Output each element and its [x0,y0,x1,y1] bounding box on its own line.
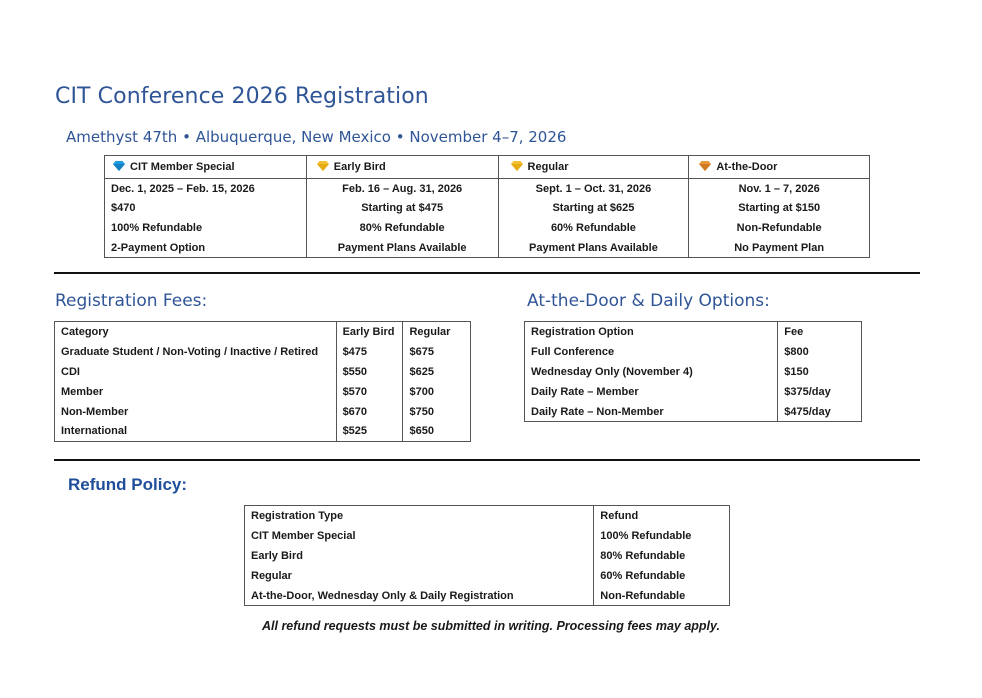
tier-dates: Dec. 1, 2025 – Feb. 15, 2026 [111,182,255,195]
tier-label: Regular [527,161,569,173]
fee-regular: $650 [402,421,471,442]
tier-refund-row: 100% Refundable 80% Refundable 60% Refun… [105,218,870,238]
column-header: Refund [593,505,730,527]
fee-regular: $625 [402,362,471,383]
tier-price: Starting at $625 [497,198,689,219]
door-option: Daily Rate – Member [531,385,639,398]
refund-policy-title: Refund Policy: [68,475,188,494]
refund-value: 60% Refundable [593,566,730,586]
fee-regular: $750 [402,401,471,422]
tier-payment: Payment Plans Available [497,237,689,258]
tier-price: $470 [111,202,136,215]
table-row: Early Bird 80% Refundable [245,546,730,567]
fee-category: Non-Member [61,405,129,418]
tier-dates: Nov. 1 – 7, 2026 [688,178,870,199]
tier-dates: Feb. 16 – Aug. 31, 2026 [305,178,499,199]
refund-type: Regular [251,569,292,582]
refund-type: CIT Member Special [251,530,356,543]
door-header-row: Registration Option Fee [525,321,862,343]
fee-early-bird: $550 [335,362,403,383]
refund-type: At-the-Door, Wednesday Only & Daily Regi… [251,589,514,602]
registration-tiers-table: CIT Member Special Early Bird Regular At… [104,155,870,259]
tier-payment: 2-Payment Option [111,241,206,254]
tier-label: CIT Member Special [130,161,235,173]
column-header: Fee [777,321,862,343]
tier-label: At-the-Door [716,161,778,173]
tier-refund: 60% Refundable [497,218,689,238]
fee-early-bird: $475 [335,342,403,363]
tier-label: Early Bird [333,161,386,173]
fee-regular: $700 [402,382,471,402]
table-row: Daily Rate – Non-Member $475/day [525,401,862,422]
tiers-header-row: CIT Member Special Early Bird Regular At… [104,155,870,179]
table-row: At-the-Door, Wednesday Only & Daily Regi… [245,585,730,606]
tier-payment: No Payment Plan [688,237,870,258]
refund-type: Early Bird [251,550,303,563]
door-option: Daily Rate – Non-Member [531,405,664,418]
table-row: Daily Rate – Member $375/day [525,382,862,402]
tier-header-early-bird: Early Bird [305,155,499,179]
refund-header-row: Registration Type Refund [245,505,730,527]
table-row: CIT Member Special 100% Refundable [245,526,730,547]
column-header: Category [61,326,109,339]
table-row: Non-Member $670 $750 [55,401,471,422]
table-row: Member $570 $700 [55,382,471,402]
gem-icon [316,161,329,171]
tier-payment-row: 2-Payment Option Payment Plans Available… [105,237,870,258]
registration-fees-title: Registration Fees: [55,291,208,311]
column-header: Regular [402,321,471,343]
fee-regular: $675 [402,342,471,363]
fee-category: CDI [61,366,80,379]
door-fee: $375/day [777,382,862,402]
tier-price: Starting at $475 [305,198,499,219]
tier-refund: 100% Refundable [111,221,203,234]
column-header: Early Bird [335,321,403,343]
fee-early-bird: $570 [335,382,403,402]
refund-note: All refund requests must be submitted in… [262,619,720,633]
tier-header-cit-member-special: CIT Member Special [104,155,307,179]
table-row: Graduate Student / Non-Voting / Inactive… [55,342,471,363]
section-divider [54,459,920,461]
door-option: Full Conference [531,346,615,359]
page-title: CIT Conference 2026 Registration [55,84,429,109]
refund-value: 80% Refundable [593,546,730,567]
door-options-title: At-the-Door & Daily Options: [527,291,770,311]
section-divider [54,272,920,274]
table-row: International $525 $650 [55,421,471,442]
table-row: Full Conference $800 [525,342,862,363]
door-fee: $475/day [777,401,862,422]
door-option: Wednesday Only (November 4) [531,366,693,379]
door-options-table: Registration Option Fee Full Conference … [524,321,862,423]
column-header: Registration Option [531,326,634,339]
door-fee: $150 [777,362,862,383]
tier-payment: Payment Plans Available [305,237,499,258]
tier-refund: Non-Refundable [688,218,870,238]
table-row: Regular 60% Refundable [245,566,730,586]
refund-value: 100% Refundable [593,526,730,547]
door-fee: $800 [777,342,862,363]
page-subtitle: Amethyst 47th • Albuquerque, New Mexico … [66,128,567,146]
gem-icon [699,161,712,171]
tier-price: Starting at $150 [688,198,870,219]
tier-header-at-the-door: At-the-Door [688,155,870,179]
refund-value: Non-Refundable [593,585,730,606]
tier-header-regular: Regular [497,155,689,179]
fees-header-row: Category Early Bird Regular [55,321,471,343]
tier-price-row: $470 Starting at $475 Starting at $625 S… [105,198,870,219]
table-row: Wednesday Only (November 4) $150 [525,362,862,383]
fee-category: Graduate Student / Non-Voting / Inactive… [61,346,319,359]
tier-dates-row: Dec. 1, 2025 – Feb. 15, 2026 Feb. 16 – A… [105,178,870,199]
diamond-icon [113,161,125,171]
column-header: Registration Type [251,510,344,523]
registration-fees-table: Category Early Bird Regular Graduate Stu… [54,321,471,442]
tier-refund: 80% Refundable [305,218,499,238]
fee-category: International [61,425,128,438]
fee-early-bird: $525 [335,421,403,442]
fee-early-bird: $670 [335,401,403,422]
refund-policy-table: Registration Type Refund CIT Member Spec… [244,505,730,607]
gem-icon [510,161,523,171]
fee-category: Member [61,385,104,398]
tier-dates: Sept. 1 – Oct. 31, 2026 [497,178,689,199]
table-row: CDI $550 $625 [55,362,471,383]
